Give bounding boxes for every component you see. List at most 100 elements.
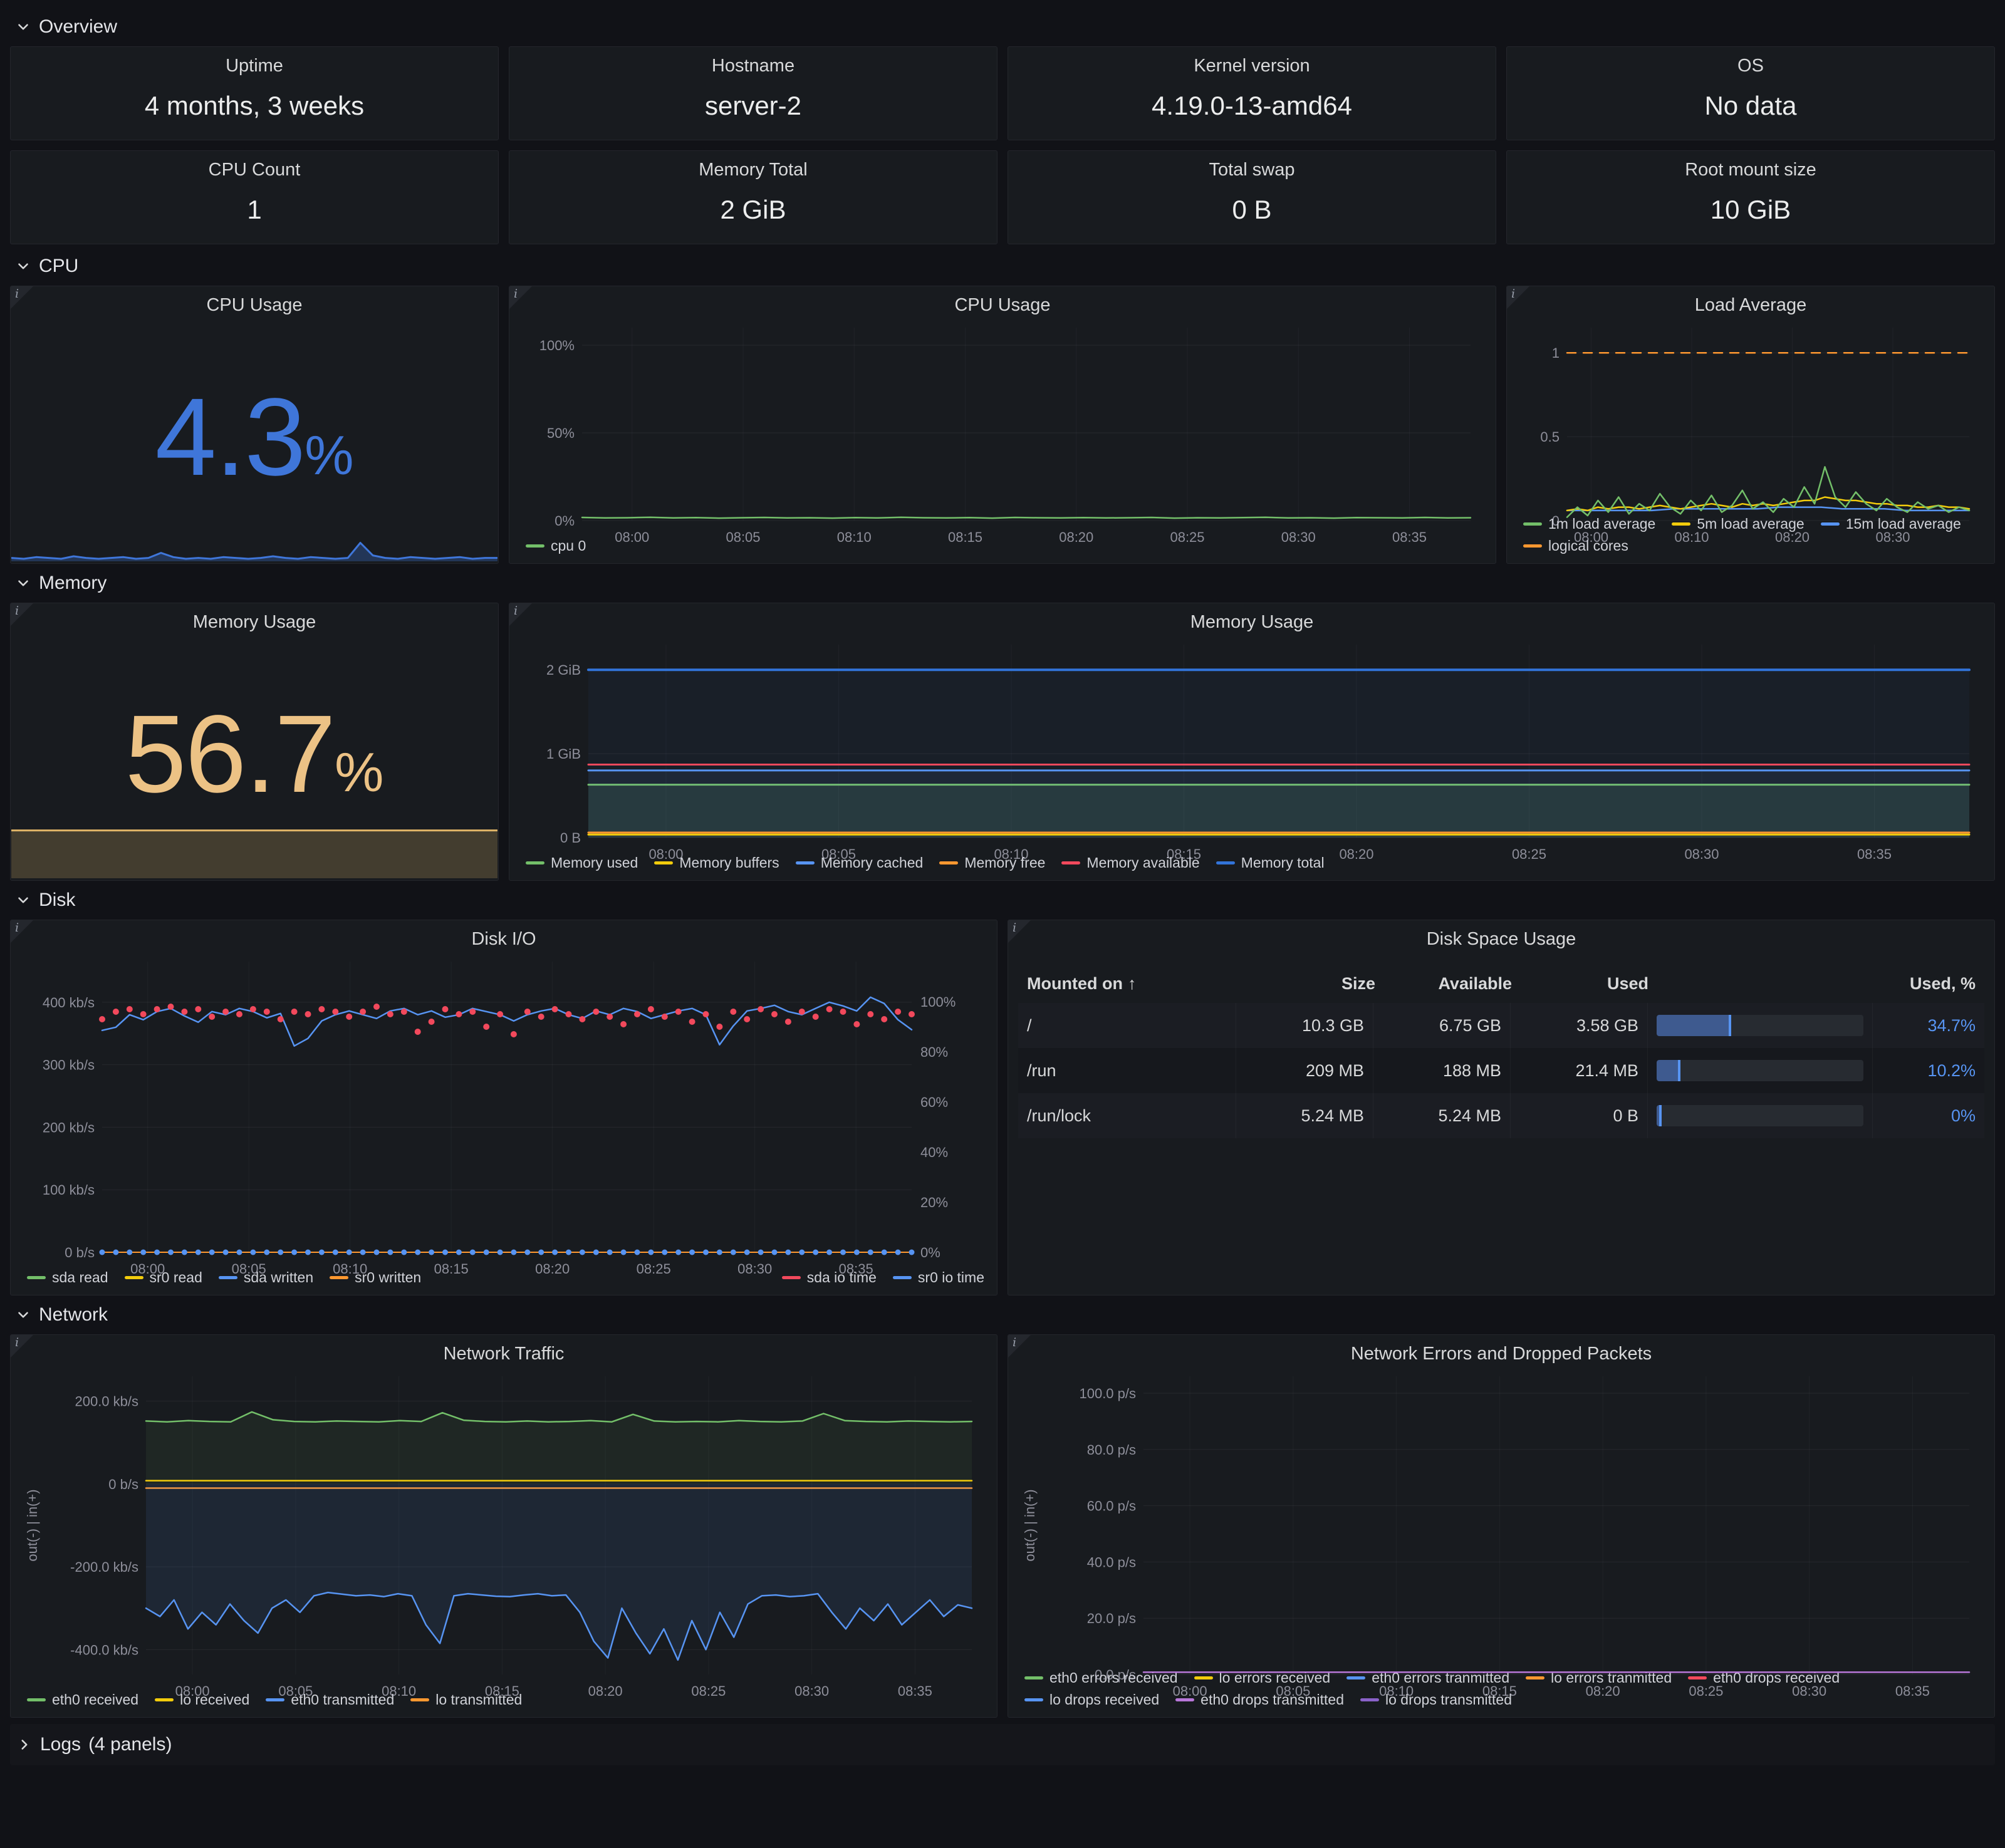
stat-value: No data <box>1517 80 1984 132</box>
panel-title[interactable]: Load Average <box>1517 294 1984 316</box>
cell-used-pct: 10.2% <box>1872 1048 1984 1093</box>
section-header-overview[interactable]: Overview <box>10 8 1995 46</box>
section-header-disk[interactable]: Disk <box>10 881 1995 920</box>
panel-title[interactable]: Network Traffic <box>21 1342 987 1365</box>
panel-title[interactable]: OS <box>1517 55 1984 77</box>
svg-text:08:05: 08:05 <box>278 1683 313 1699</box>
section-header-cpu[interactable]: CPU <box>10 247 1995 286</box>
panel-title[interactable]: CPU Usage <box>21 294 488 316</box>
cell-mounted-on[interactable]: / <box>1018 1003 1236 1048</box>
panel-network-errors: i Network Errors and Dropped Packets 0.0… <box>1008 1334 1995 1718</box>
svg-text:20.0 p/s: 20.0 p/s <box>1087 1611 1136 1626</box>
chevron-right-icon <box>16 1736 33 1753</box>
svg-text:-400.0 kb/s: -400.0 kb/s <box>70 1643 138 1658</box>
disk-space-table: Mounted on ↑ Size Available Used Used, %… <box>1018 964 1984 1287</box>
cell-mounted-on[interactable]: /run/lock <box>1018 1093 1236 1138</box>
svg-text:out(-) | in(+): out(-) | in(+) <box>1022 1490 1038 1562</box>
svg-text:08:25: 08:25 <box>637 1261 671 1277</box>
section-title: CPU <box>39 256 78 277</box>
cell-used-pct: 0% <box>1872 1093 1984 1138</box>
svg-text:100 kb/s: 100 kb/s <box>43 1182 95 1198</box>
svg-text:08:10: 08:10 <box>333 1261 367 1277</box>
panel-title[interactable]: Root mount size <box>1517 158 1984 181</box>
svg-text:out(-) | in(+): out(-) | in(+) <box>24 1490 40 1562</box>
svg-text:08:35: 08:35 <box>898 1683 932 1699</box>
disk-io-chart[interactable]: 0 b/s100 kb/s200 kb/s300 kb/s400 kb/s0%2… <box>21 953 987 1264</box>
table-row: /10.3 GB6.75 GB3.58 GB34.7% <box>1018 1003 1984 1048</box>
svg-text:08:05: 08:05 <box>232 1261 266 1277</box>
panel-info-icon[interactable]: i <box>11 603 33 626</box>
panel-os: OS No data <box>1506 46 1995 140</box>
panel-cpu-usage-chart: i CPU Usage 0%50%100%08:0008:0508:1008:1… <box>509 286 1496 564</box>
panel-title[interactable]: Total swap <box>1018 158 1486 181</box>
svg-text:08:00: 08:00 <box>615 529 649 545</box>
svg-text:08:30: 08:30 <box>1792 1683 1826 1699</box>
cell-used-pct-bar <box>1647 1003 1872 1048</box>
panel-disk-space-usage: i Disk Space Usage Mounted on ↑ Size Ava… <box>1008 920 1995 1295</box>
panel-info-icon[interactable]: i <box>509 603 532 626</box>
svg-text:08:05: 08:05 <box>1276 1683 1310 1699</box>
cell-available: 5.24 MB <box>1373 1093 1510 1138</box>
panel-title[interactable]: Disk I/O <box>21 928 987 950</box>
svg-text:08:15: 08:15 <box>434 1261 469 1277</box>
svg-text:08:35: 08:35 <box>1392 529 1427 545</box>
panel-title[interactable]: CPU Count <box>21 158 488 181</box>
network-traffic-chart[interactable]: 200.0 kb/s0 b/s-200.0 kb/s-400.0 kb/s08:… <box>21 1368 987 1686</box>
panel-kernel-version: Kernel version 4.19.0-13-amd64 <box>1008 46 1496 140</box>
section-title: Disk <box>39 890 75 911</box>
panel-title[interactable]: Kernel version <box>1018 55 1486 77</box>
column-header-mounted-on[interactable]: Mounted on ↑ <box>1018 974 1247 994</box>
load-average-chart[interactable]: 00.5108:0008:1008:2008:30 <box>1517 319 1984 511</box>
column-header-used-pct[interactable]: Used, % <box>1657 974 1984 994</box>
chevron-down-icon <box>15 1307 31 1323</box>
cell-mounted-on[interactable]: /run <box>1018 1048 1236 1093</box>
panel-info-icon[interactable]: i <box>11 1335 33 1357</box>
panel-title[interactable]: Disk Space Usage <box>1018 928 1984 950</box>
network-errors-chart[interactable]: 0.0 p/s20.0 p/s40.0 p/s60.0 p/s80.0 p/s1… <box>1018 1368 1984 1664</box>
panel-title[interactable]: Hostname <box>519 55 987 77</box>
cell-available: 188 MB <box>1373 1048 1510 1093</box>
table-row: /run209 MB188 MB21.4 MB10.2% <box>1018 1048 1984 1093</box>
column-header-used[interactable]: Used <box>1521 974 1657 994</box>
svg-text:0 b/s: 0 b/s <box>65 1245 95 1260</box>
section-header-network[interactable]: Network <box>10 1295 1995 1334</box>
svg-text:300 kb/s: 300 kb/s <box>43 1057 95 1073</box>
svg-text:0 b/s: 0 b/s <box>108 1477 138 1492</box>
panel-info-icon[interactable]: i <box>11 286 33 309</box>
column-header-size[interactable]: Size <box>1247 974 1384 994</box>
panel-title[interactable]: Uptime <box>21 55 488 77</box>
svg-text:60%: 60% <box>920 1094 948 1110</box>
section-header-memory[interactable]: Memory <box>10 564 1995 603</box>
svg-text:08:35: 08:35 <box>839 1261 873 1277</box>
section-header-logs[interactable]: Logs (4 panels) <box>10 1724 1995 1765</box>
panel-title[interactable]: Memory Usage <box>519 611 1984 633</box>
panel-info-icon[interactable]: i <box>11 920 33 943</box>
svg-text:0 B: 0 B <box>560 830 581 846</box>
stat-value: 10 GiB <box>1517 184 1984 236</box>
panel-title[interactable]: Memory Total <box>519 158 987 181</box>
stat-value: 4.19.0-13-amd64 <box>1018 80 1486 132</box>
svg-text:08:00: 08:00 <box>1574 529 1608 545</box>
svg-text:50%: 50% <box>547 425 575 441</box>
cpu-row: i CPU Usage 4.3% i CPU Usage 0%50%100%08… <box>10 286 1995 564</box>
svg-text:0%: 0% <box>920 1245 940 1260</box>
section-title: Logs <box>40 1734 81 1755</box>
column-header-available[interactable]: Available <box>1384 974 1521 994</box>
panel-info-icon[interactable]: i <box>509 286 532 309</box>
svg-text:08:00: 08:00 <box>1173 1683 1207 1699</box>
cpu-usage-chart[interactable]: 0%50%100%08:0008:0508:1008:1508:2008:250… <box>519 319 1486 532</box>
panel-info-icon[interactable]: i <box>1008 1335 1031 1357</box>
panel-info-icon[interactable]: i <box>1008 920 1031 943</box>
panel-title[interactable]: CPU Usage <box>519 294 1486 316</box>
svg-text:08:20: 08:20 <box>1775 529 1810 545</box>
chevron-down-icon <box>15 19 31 35</box>
memory-usage-chart[interactable]: 0 B1 GiB2 GiB08:0008:0508:1008:1508:2008… <box>519 636 1984 849</box>
panel-memory-usage-chart: i Memory Usage 0 B1 GiB2 GiB08:0008:0508… <box>509 603 1995 881</box>
panel-info-icon[interactable]: i <box>1507 286 1529 309</box>
svg-text:08:10: 08:10 <box>837 529 872 545</box>
svg-text:-200.0 kb/s: -200.0 kb/s <box>70 1559 138 1575</box>
panel-title[interactable]: Network Errors and Dropped Packets <box>1018 1342 1984 1365</box>
svg-text:08:05: 08:05 <box>726 529 760 545</box>
svg-text:1: 1 <box>1552 345 1560 361</box>
panel-title[interactable]: Memory Usage <box>21 611 488 633</box>
